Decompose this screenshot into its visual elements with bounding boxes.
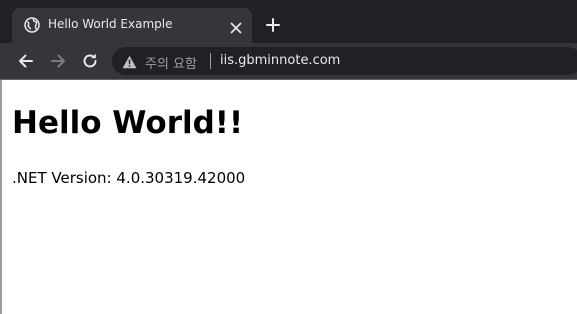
close-icon[interactable]	[230, 19, 242, 34]
browser-toolbar: 주의 요함 iis.gbminnote.com	[0, 43, 577, 79]
reload-button[interactable]	[80, 51, 100, 71]
new-tab-button[interactable]	[265, 17, 281, 33]
address-divider	[210, 53, 211, 69]
security-status-text[interactable]: 주의 요함	[145, 53, 197, 72]
reload-icon	[83, 53, 97, 68]
plus-icon	[266, 18, 280, 32]
page-content: Hello World!! .NET Version: 4.0.30319.42…	[0, 80, 577, 314]
address-bar[interactable]: 주의 요함 iis.gbminnote.com	[112, 47, 577, 75]
back-button[interactable]	[16, 51, 36, 71]
browser-tab[interactable]: Hello World Example	[12, 8, 252, 43]
warning-icon[interactable]	[122, 54, 137, 69]
version-text: .NET Version: 4.0.30319.42000	[12, 169, 246, 187]
browser-window: Hello World Example 주의 요함 iis.gbminnote.…	[0, 0, 577, 314]
tab-strip: Hello World Example	[0, 0, 577, 43]
url-text[interactable]: iis.gbminnote.com	[220, 53, 340, 68]
forward-button[interactable]	[48, 51, 68, 71]
arrow-right-icon	[51, 54, 65, 68]
globe-icon	[24, 17, 40, 33]
arrow-left-icon	[19, 54, 33, 68]
page-heading: Hello World!!	[12, 105, 244, 141]
tab-title: Hello World Example	[48, 17, 173, 31]
